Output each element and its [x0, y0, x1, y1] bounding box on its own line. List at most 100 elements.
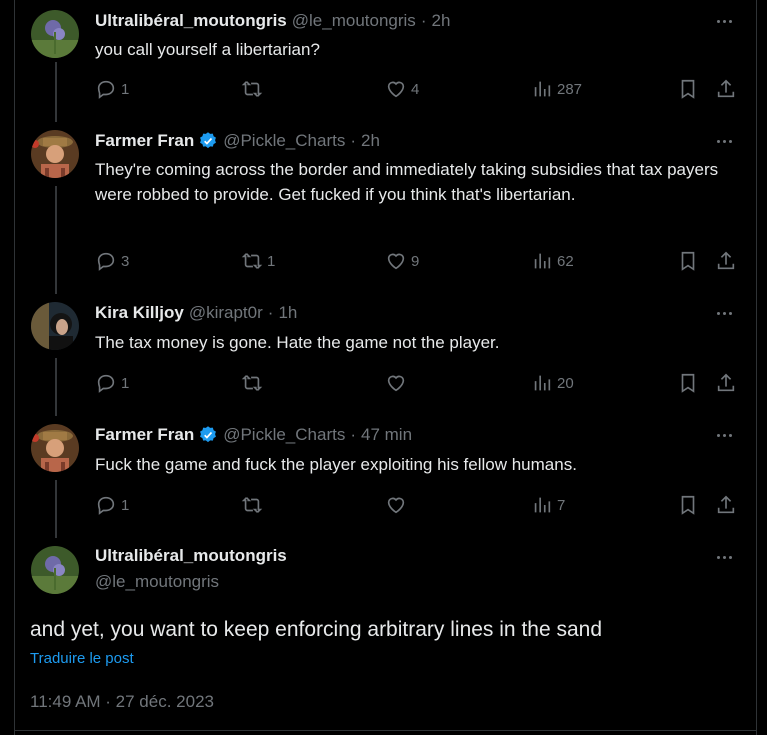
retweet-button[interactable] [241, 494, 267, 516]
translate-post-link[interactable]: Traduire le post [30, 650, 134, 667]
views-icon [534, 375, 551, 391]
avatar[interactable] [31, 130, 79, 178]
reply-count: 1 [121, 496, 130, 514]
more-icon[interactable] [712, 304, 736, 322]
heart-icon [387, 497, 405, 514]
views-button[interactable]: 62 [531, 250, 574, 272]
tweet-header: Kira Killjoy @kirapt0r · 1h [95, 302, 297, 324]
tweet-text: The tax money is gone. Hate the game not… [95, 333, 500, 352]
tweet-time[interactable]: 1h [278, 303, 297, 323]
separator-dot: · [350, 131, 357, 150]
bookmark-icon [681, 495, 695, 515]
tweet-text: They're coming across the border and imm… [95, 160, 719, 204]
separator-dot: · [350, 425, 357, 444]
tweet-actions: 1 4 287 [95, 78, 740, 100]
heart-icon [387, 253, 405, 270]
views-button[interactable]: 287 [531, 78, 582, 100]
reply-tweet[interactable]: Farmer Fran @Pickle_Charts · 2h They're … [14, 130, 756, 280]
retweet-icon [241, 253, 263, 269]
retweet-icon [241, 375, 263, 391]
tweet-time[interactable]: 2h [431, 11, 450, 31]
bookmark-button[interactable] [677, 372, 699, 394]
share-button[interactable] [715, 494, 737, 516]
bookmark-icon [681, 373, 695, 393]
reply-tweet[interactable]: Farmer Fran @Pickle_Charts · 47 min Fuck… [14, 424, 756, 524]
share-button[interactable] [715, 372, 737, 394]
author-name[interactable]: Farmer Fran [95, 425, 194, 445]
author-name[interactable]: Farmer Fran [95, 131, 194, 151]
avatar[interactable] [31, 302, 79, 350]
author-handle[interactable]: @Pickle_Charts [223, 131, 345, 151]
author-handle[interactable]: @Pickle_Charts [223, 425, 345, 445]
author-handle[interactable]: @kirapt0r [189, 303, 263, 323]
retweet-button[interactable] [241, 372, 267, 394]
share-icon [717, 373, 735, 392]
avatar[interactable] [31, 10, 79, 58]
reply-button[interactable]: 1 [95, 78, 129, 100]
reply-button[interactable]: 1 [95, 494, 129, 516]
more-icon[interactable] [712, 12, 736, 30]
tweet-header: Farmer Fran @Pickle_Charts · 2h [95, 130, 380, 152]
views-button[interactable]: 20 [531, 372, 574, 394]
reply-count: 1 [121, 374, 130, 392]
author-name[interactable]: Ultralibéral_moutongris [95, 11, 287, 31]
more-icon[interactable] [712, 132, 736, 150]
tweet-header: Farmer Fran @Pickle_Charts · 47 min [95, 424, 412, 446]
view-count: 7 [557, 496, 566, 514]
heart-icon [387, 81, 405, 98]
bookmark-button[interactable] [677, 250, 699, 272]
retweet-icon [241, 81, 263, 97]
tweet-text: you call yourself a libertarian? [95, 40, 320, 59]
author-name[interactable]: Ultralibéral_moutongris [95, 546, 287, 566]
reply-button[interactable]: 1 [95, 372, 129, 394]
bookmark-button[interactable] [677, 78, 699, 100]
like-count: 9 [411, 252, 420, 270]
reply-icon [97, 252, 115, 271]
view-count: 287 [557, 80, 583, 98]
tweet-timestamp[interactable]: 11:49 AM · 27 déc. 2023 [30, 692, 214, 712]
share-icon [717, 251, 735, 270]
tweet-time[interactable]: 2h [361, 131, 380, 151]
retweet-button[interactable]: 1 [241, 250, 275, 272]
retweet-icon [241, 497, 263, 513]
like-button[interactable]: 9 [385, 250, 419, 272]
view-count: 20 [557, 374, 574, 392]
share-button[interactable] [715, 78, 737, 100]
tweet-actions: 3 1 9 62 [95, 250, 740, 272]
share-button[interactable] [715, 250, 737, 272]
views-button[interactable]: 7 [531, 494, 565, 516]
reply-icon [97, 496, 115, 515]
main-tweet: Ultralibéral_moutongris @le_moutongris a… [14, 546, 756, 726]
divider [14, 730, 757, 731]
more-icon[interactable] [712, 548, 736, 566]
retweet-button[interactable] [241, 78, 267, 100]
share-icon [717, 79, 735, 98]
view-count: 62 [557, 252, 574, 270]
reply-count: 3 [121, 252, 130, 270]
reply-tweet[interactable]: Ultralibéral_moutongris @le_moutongris ·… [14, 10, 756, 110]
reply-count: 1 [121, 80, 130, 98]
bookmark-icon [681, 251, 695, 271]
bookmark-button[interactable] [677, 494, 699, 516]
views-icon [534, 497, 551, 513]
reply-tweet[interactable]: Kira Killjoy @kirapt0r · 1h The tax mone… [14, 302, 756, 402]
avatar[interactable] [31, 546, 79, 594]
like-button[interactable] [385, 372, 411, 394]
separator-dot: · [420, 11, 427, 30]
more-icon[interactable] [712, 426, 736, 444]
tweet-text: and yet, you want to keep enforcing arbi… [30, 618, 603, 641]
like-button[interactable]: 4 [385, 78, 419, 100]
like-button[interactable] [385, 494, 411, 516]
reply-button[interactable]: 3 [95, 250, 129, 272]
separator-dot: · [267, 303, 274, 322]
author-name[interactable]: Kira Killjoy [95, 303, 184, 323]
tweet-actions: 1 7 [95, 494, 740, 516]
heart-icon [387, 375, 405, 392]
tweet-time[interactable]: 47 min [361, 425, 412, 445]
author-handle[interactable]: @le_moutongris [95, 572, 219, 592]
verified-badge-icon [200, 132, 217, 149]
tweet-actions: 1 20 [95, 372, 740, 394]
author-handle[interactable]: @le_moutongris [292, 11, 416, 31]
avatar[interactable] [31, 424, 79, 472]
views-icon [534, 253, 551, 269]
